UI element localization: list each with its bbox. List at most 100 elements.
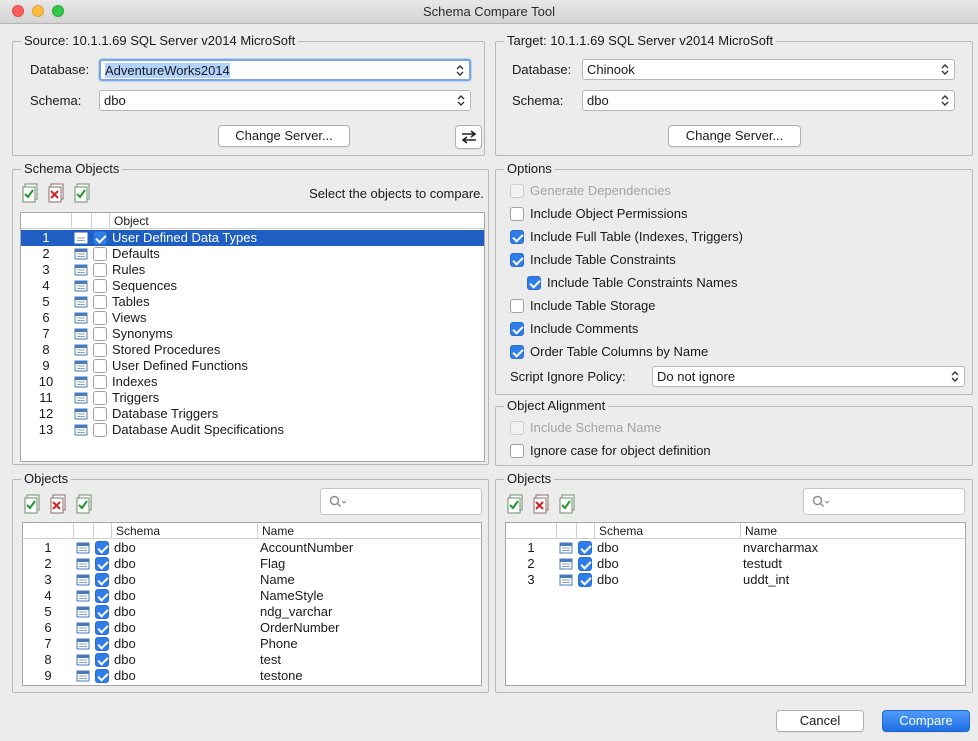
row-checkbox[interactable] [95,573,109,587]
object-row[interactable]: 3 dbo Name [23,572,481,588]
uncheck-all-button[interactable] [47,183,67,203]
schema-object-row[interactable]: 4 Sequences [21,278,484,294]
invert-selection-button[interactable] [73,183,93,203]
schema-object-row[interactable]: 8 Stored Procedures [21,342,484,358]
schema-object-row[interactable]: 1 User Defined Data Types [21,230,484,246]
row-checkbox[interactable] [93,247,107,261]
row-checkbox[interactable] [95,589,109,603]
row-checkbox[interactable] [578,557,592,571]
row-checkbox[interactable] [95,621,109,635]
check-all-button[interactable] [21,183,41,203]
object-row[interactable]: 2 dbo testudt [506,556,965,572]
option-checkbox[interactable]: Include Comments [510,320,890,338]
row-name: AccountNumber [260,540,354,555]
source-invert-selection-button[interactable] [75,494,95,514]
option-checkbox[interactable]: Include Table Constraints Names [527,274,907,292]
row-checkbox[interactable] [93,423,107,437]
source-change-server-button[interactable]: Change Server... [218,125,350,147]
schema-object-row[interactable]: 9 User Defined Functions [21,358,484,374]
row-checkbox[interactable] [95,637,109,651]
invert-selection-icon [559,494,575,514]
schema-object-row[interactable]: 3 Rules [21,262,484,278]
row-checkbox[interactable] [93,375,107,389]
schema-object-row[interactable]: 10 Indexes [21,374,484,390]
swap-source-target-button[interactable] [455,125,482,149]
uncheck-all-icon [50,494,66,514]
title-bar: Schema Compare Tool [0,0,978,24]
object-row[interactable]: 6 dbo OrderNumber [23,620,481,636]
source-check-all-button[interactable] [23,494,43,514]
target-schema-select[interactable]: dbo [582,90,955,111]
source-schema-select[interactable]: dbo [99,90,471,111]
object-row[interactable]: 7 dbo Phone [23,636,481,652]
object-row[interactable]: 8 dbo test [23,652,481,668]
row-checkbox[interactable] [578,541,592,555]
source-search-input[interactable] [320,488,482,515]
row-checkbox[interactable] [578,573,592,587]
user-defined-type-icon [559,574,573,586]
option-checkbox[interactable]: Order Table Columns by Name [510,343,890,361]
target-search-input[interactable] [803,488,965,515]
swap-icon [461,130,476,144]
object-row[interactable]: 3 dbo uddt_int [506,572,965,588]
row-checkbox[interactable] [93,295,107,309]
source-database-select[interactable]: AdventureWorks2014 [99,59,471,81]
row-checkbox[interactable] [93,407,107,421]
row-checkbox[interactable] [93,311,107,325]
schema-object-row[interactable]: 11 Triggers [21,390,484,406]
source-uncheck-all-button[interactable] [49,494,69,514]
row-checkbox[interactable] [93,263,107,277]
compare-button[interactable]: Compare [882,710,970,732]
row-checkbox[interactable] [93,343,107,357]
row-checkbox[interactable] [93,391,107,405]
object-row[interactable]: 9 dbo testone [23,668,481,684]
target-uncheck-all-button[interactable] [532,494,552,514]
row-name: nvarcharmax [743,540,819,555]
object-row[interactable]: 5 dbo ndg_varchar [23,604,481,620]
schema-object-row[interactable]: 7 Synonyms [21,326,484,342]
object-row[interactable]: 2 dbo Flag [23,556,481,572]
option-checkbox[interactable]: Include Object Permissions [510,205,890,223]
alignment-checkbox[interactable]: Ignore case for object definition [510,442,890,460]
target-schema-label: Schema: [512,93,564,108]
row-checkbox[interactable] [93,359,107,373]
row-checkbox[interactable] [95,669,109,683]
option-label: Include Full Table (Indexes, Triggers) [530,229,743,244]
schema-object-row[interactable]: 13 Database Audit Specifications [21,422,484,438]
schema-object-row[interactable]: 12 Database Triggers [21,406,484,422]
row-checkbox[interactable] [93,231,107,245]
target-check-all-button[interactable] [506,494,526,514]
row-number: 11 [39,390,53,405]
cancel-button[interactable]: Cancel [776,710,864,732]
object-row[interactable]: 4 dbo NameStyle [23,588,481,604]
source-objects-table: Schema Name 1 dbo AccountNumber 2 dbo Flag 3 db… [22,522,482,686]
row-checkbox[interactable] [95,653,109,667]
source-group: Source: 10.1.1.69 SQL Server v2014 Micro… [12,33,485,156]
row-schema: dbo [114,572,136,587]
option-checkbox[interactable]: Include Full Table (Indexes, Triggers) [510,228,890,246]
row-number: 3 [44,572,52,587]
ignore-policy-select[interactable]: Do not ignore [652,366,965,387]
checkbox-box [510,253,524,267]
target-change-server-button[interactable]: Change Server... [668,125,801,147]
option-checkbox[interactable]: Include Table Storage [510,297,890,315]
row-checkbox[interactable] [93,279,107,293]
target-database-select[interactable]: Chinook [582,59,955,80]
schema-object-row[interactable]: 6 Views [21,310,484,326]
row-checkbox[interactable] [95,605,109,619]
row-checkbox[interactable] [93,327,107,341]
row-name: Name [260,572,295,587]
row-number: 6 [44,620,52,635]
source-schema-value: dbo [104,93,126,108]
row-checkbox[interactable] [95,541,109,555]
object-row[interactable]: 1 dbo nvarcharmax [506,540,965,556]
chevron-updown-icon [457,95,465,106]
option-label: Include Table Storage [530,298,656,313]
schema-object-row[interactable]: 2 Defaults [21,246,484,262]
alignment-label: Ignore case for object definition [530,443,711,458]
target-invert-selection-button[interactable] [558,494,578,514]
schema-object-row[interactable]: 5 Tables [21,294,484,310]
row-checkbox[interactable] [95,557,109,571]
object-row[interactable]: 1 dbo AccountNumber [23,540,481,556]
option-checkbox[interactable]: Include Table Constraints [510,251,890,269]
